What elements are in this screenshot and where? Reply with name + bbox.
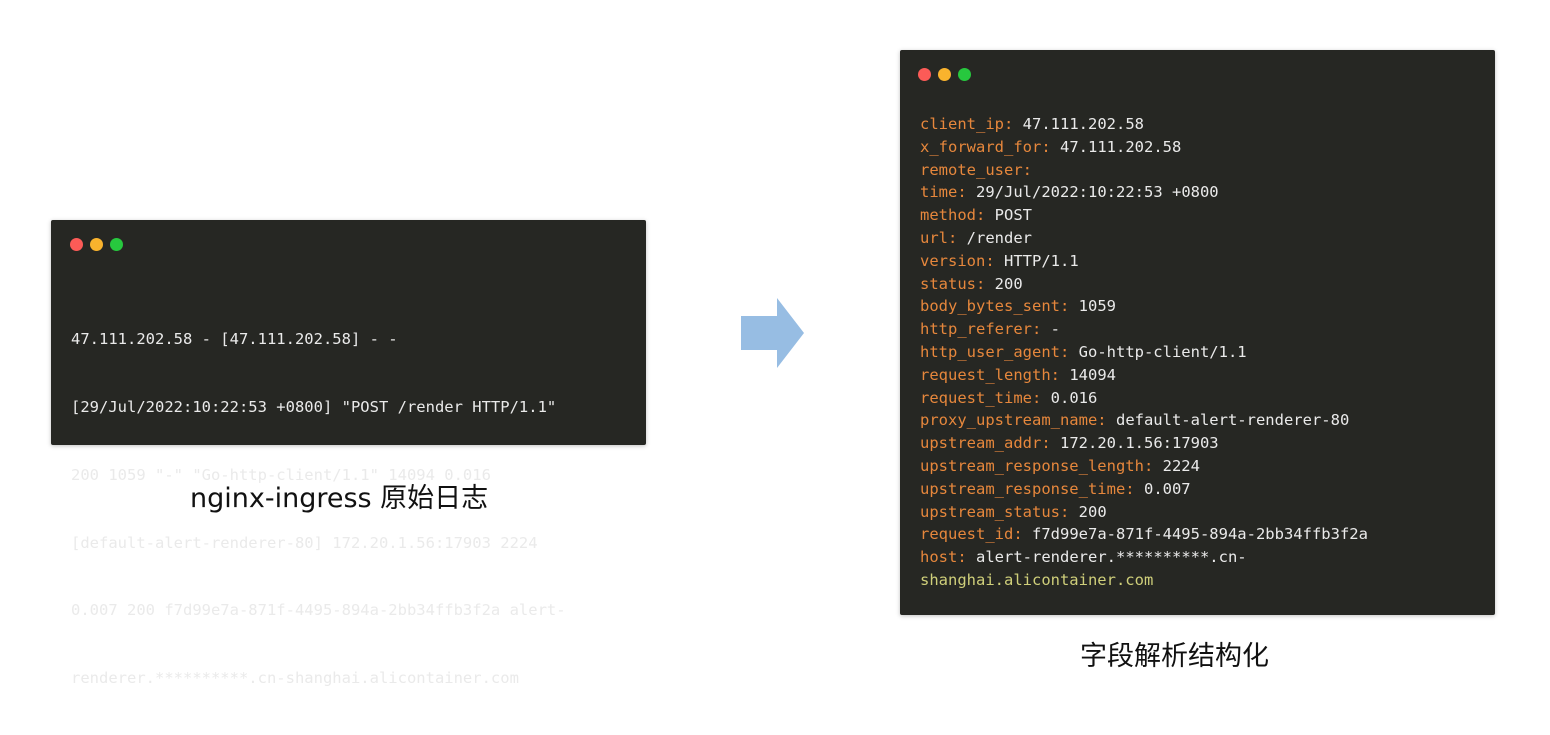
field-value: 47.111.202.58 (1060, 137, 1182, 156)
field-row: version: HTTP/1.1 (920, 250, 1368, 273)
field-value: - (1050, 320, 1061, 339)
field-key: client_ip: (920, 115, 1014, 133)
window-controls (70, 238, 123, 251)
field-row: time: 29/Jul/2022:10:22:53 +0800 (920, 181, 1368, 204)
field-key: request_length: (920, 365, 1060, 384)
field-row: upstream_addr: 172.20.1.56:17903 (920, 432, 1368, 455)
field-key: request_time: (920, 388, 1042, 407)
parsed-fields-caption: 字段解析结构化 (1080, 641, 1269, 672)
field-row: url: /render (920, 227, 1368, 250)
host-continuation: shanghai.alicontainer.com (920, 570, 1154, 589)
field-value: 172.20.1.56:17903 (1060, 434, 1219, 453)
raw-log-caption: nginx-ingress 原始日志 (190, 483, 489, 514)
field-key: status: (920, 274, 986, 293)
field-row: request_length: 14094 (920, 364, 1368, 387)
minimize-dot-icon (90, 238, 103, 251)
field-value: 200 (994, 274, 1023, 293)
field-row: request_id: f7d99e7a-871f-4495-894a-2bb3… (920, 523, 1368, 546)
raw-log-line: [default-alert-renderer-80] 172.20.1.56:… (71, 533, 538, 552)
field-value: POST (994, 206, 1032, 225)
field-key: x_forward_for: (920, 137, 1051, 156)
field-value: f7d99e7a-871f-4495-894a-2bb34ffb3f2a (1032, 525, 1368, 544)
parsed-fields-terminal: client_ip: 47.111.202.58 x_forward_for: … (900, 50, 1495, 615)
field-value: HTTP/1.1 (1004, 251, 1079, 270)
field-key: version: (920, 251, 995, 270)
raw-log-terminal: 47.111.202.58 - [47.111.202.58] - - [29/… (51, 220, 646, 687)
field-value: 2224 (1162, 456, 1200, 475)
field-row: request_time: 0.016 (920, 387, 1368, 410)
window-controls (918, 68, 971, 81)
field-key: upstream_addr: (920, 434, 1051, 453)
field-key: proxy_upstream_name: (920, 411, 1107, 430)
field-value: /render (966, 228, 1032, 247)
field-value: 0.016 (1050, 388, 1098, 407)
maximize-dot-icon (110, 238, 123, 251)
field-row: proxy_upstream_name: default-alert-rende… (920, 409, 1368, 432)
field-value: 1059 (1078, 297, 1116, 316)
close-dot-icon (918, 68, 931, 81)
field-key: http_referer: (920, 320, 1042, 339)
field-row: client_ip: 47.111.202.58 (920, 113, 1368, 136)
field-row-continuation: shanghai.alicontainer.com (920, 569, 1368, 592)
field-value: 200 (1078, 502, 1107, 521)
close-dot-icon (70, 238, 83, 251)
field-row: host: alert-renderer.**********.cn- (920, 546, 1368, 569)
field-row: upstream_response_length: 2224 (920, 455, 1368, 478)
field-row: remote_user: (920, 159, 1368, 182)
field-value: 0.007 (1143, 479, 1191, 498)
field-key: upstream_response_time: (920, 479, 1135, 498)
field-key: method: (920, 206, 986, 225)
field-row: x_forward_for: 47.111.202.58 (920, 136, 1368, 159)
field-key: request_id: (920, 525, 1023, 544)
raw-log-line: [29/Jul/2022:10:22:53 +0800] "POST /rend… (71, 397, 557, 416)
field-value: alert-renderer.**********.cn- (976, 548, 1247, 567)
field-row: status: 200 (920, 273, 1368, 296)
field-value: 14094 (1069, 365, 1116, 384)
field-key: http_user_agent: (920, 342, 1070, 361)
maximize-dot-icon (958, 68, 971, 81)
field-key: upstream_status: (920, 502, 1070, 521)
field-key: host: (920, 548, 967, 567)
raw-log-line: 0.007 200 f7d99e7a-871f-4495-894a-2bb34f… (71, 601, 566, 620)
field-key: remote_user: (920, 160, 1032, 179)
field-key: url: (920, 228, 958, 247)
field-row: http_referer: - (920, 318, 1368, 341)
field-value: 47.111.202.58 (1022, 115, 1144, 133)
right-arrow-icon (741, 298, 804, 368)
field-value: 29/Jul/2022:10:22:53 +0800 (976, 183, 1219, 202)
field-row: upstream_status: 200 (920, 501, 1368, 524)
raw-log-line: 47.111.202.58 - [47.111.202.58] - - (71, 330, 398, 349)
field-value: Go-http-client/1.1 (1078, 342, 1247, 361)
minimize-dot-icon (938, 68, 951, 81)
field-row: upstream_response_time: 0.007 (920, 478, 1368, 501)
field-row: method: POST (920, 204, 1368, 227)
parsed-field-list: client_ip: 47.111.202.58 x_forward_for: … (920, 113, 1368, 592)
field-key: time: (920, 183, 967, 202)
field-key: body_bytes_sent: (920, 297, 1070, 316)
field-value: default-alert-renderer-80 (1115, 411, 1350, 430)
field-row: body_bytes_sent: 1059 (920, 295, 1368, 318)
field-key: upstream_response_length: (920, 456, 1154, 475)
field-row: http_user_agent: Go-http-client/1.1 (920, 341, 1368, 364)
raw-log-line: renderer.**********.cn-shanghai.aliconta… (71, 669, 519, 688)
